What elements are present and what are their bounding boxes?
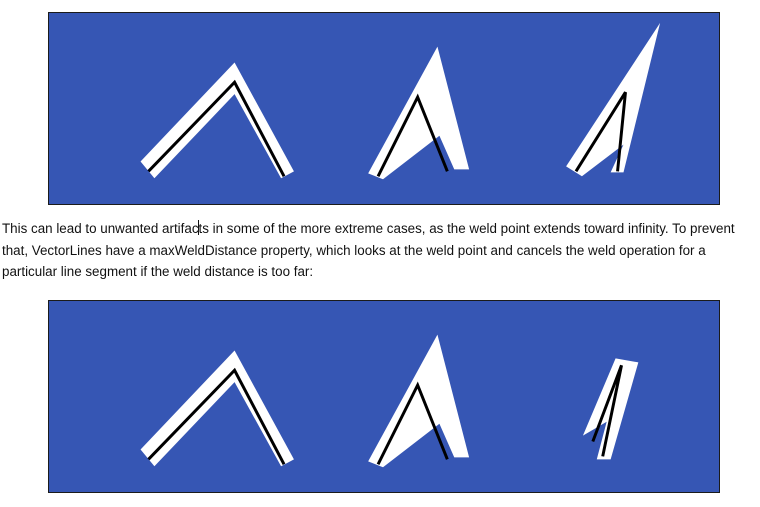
- wide-angle-shape: [140, 62, 294, 179]
- sharp-angle-shape: [566, 22, 661, 177]
- figure-weld-limited: [48, 300, 720, 493]
- clipped-sharp-angle-shape: [582, 358, 639, 460]
- paragraph-text-part1: This can lead to unwanted artifac: [2, 221, 199, 236]
- medium-angle-shape: [368, 46, 470, 180]
- body-paragraph: This can lead to unwanted artifacts in s…: [2, 218, 754, 283]
- figure-weld-unlimited: [48, 12, 720, 205]
- weld-illustration-top: [140, 22, 661, 180]
- weld-illustration-bottom: [140, 334, 639, 468]
- wide-angle-shape: [140, 350, 294, 467]
- medium-angle-shape: [368, 334, 470, 468]
